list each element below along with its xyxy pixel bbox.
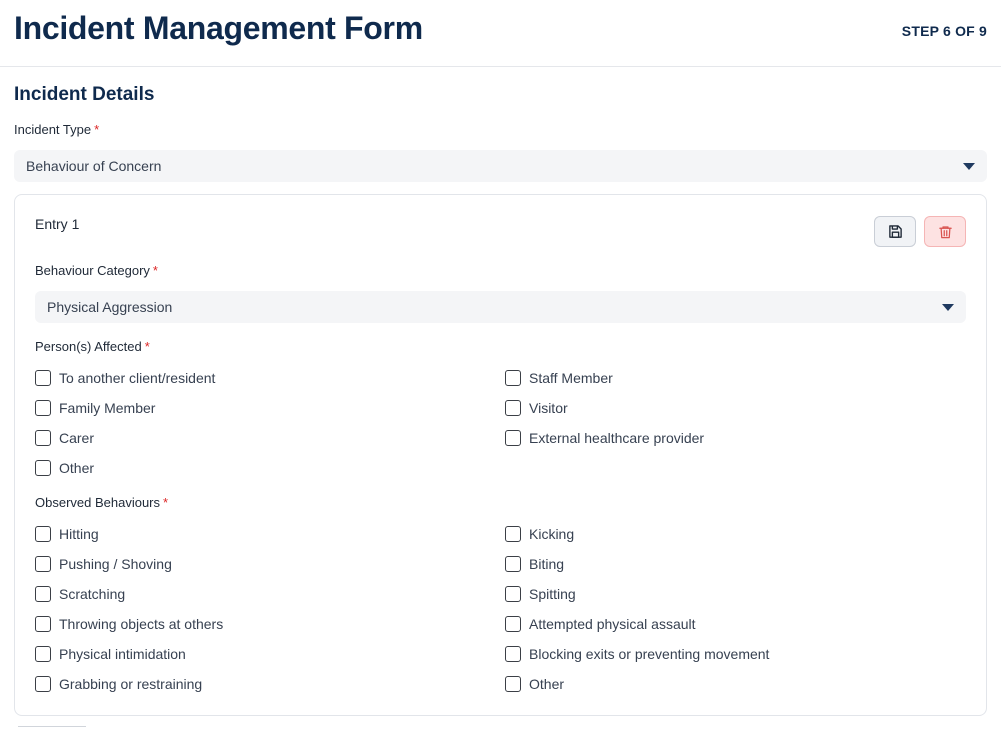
checkbox-staff-member[interactable]: Staff Member — [505, 368, 613, 388]
page-title: Incident Management Form — [14, 10, 423, 46]
observed-behaviours-label: Observed Behaviours * — [35, 495, 168, 510]
checkbox-label: Throwing objects at others — [59, 616, 224, 632]
checkbox-label: Other — [529, 676, 565, 692]
chevron-down-icon — [963, 163, 975, 170]
checkbox[interactable] — [505, 526, 521, 542]
checkbox[interactable] — [505, 370, 521, 386]
checkbox[interactable] — [505, 430, 521, 446]
required-mark: * — [94, 122, 100, 137]
checkbox-label: To another client/resident — [59, 370, 216, 386]
incident-type-value: Behaviour of Concern — [26, 158, 162, 174]
behaviour-category-label: Behaviour Category * — [35, 263, 158, 278]
checkbox-label: Family Member — [59, 400, 156, 416]
save-icon — [888, 225, 902, 238]
checkbox[interactable] — [505, 556, 521, 572]
checkbox[interactable] — [505, 646, 521, 662]
required-mark: * — [163, 495, 169, 510]
checkbox-external-healthcare-provider[interactable]: External healthcare provider — [505, 428, 704, 448]
behaviour-category-value: Physical Aggression — [47, 299, 173, 315]
checkbox-blocking-exits[interactable]: Blocking exits or preventing movement — [505, 644, 769, 664]
checkbox-label: Grabbing or restraining — [59, 676, 203, 692]
checkbox-label: Blocking exits or preventing movement — [529, 646, 770, 662]
checkbox-behaviours-other[interactable]: Other — [505, 674, 564, 694]
checkbox[interactable] — [35, 370, 51, 386]
checkbox[interactable] — [35, 526, 51, 542]
section-title: Incident Details — [14, 84, 155, 105]
checkbox-kicking[interactable]: Kicking — [505, 524, 574, 544]
checkbox[interactable] — [35, 586, 51, 602]
checkbox-label: Attempted physical assault — [529, 616, 696, 632]
checkbox-label: Other — [59, 460, 95, 476]
chevron-down-icon — [942, 304, 954, 311]
step-indicator: STEP 6 OF 9 — [901, 23, 987, 39]
checkbox[interactable] — [505, 676, 521, 692]
checkbox-label: Kicking — [529, 526, 575, 542]
checkbox-throwing-objects[interactable]: Throwing objects at others — [35, 614, 223, 634]
checkbox[interactable] — [35, 646, 51, 662]
checkbox-to-another-client[interactable]: To another client/resident — [35, 368, 215, 388]
checkbox-label: Pushing / Shoving — [59, 556, 172, 572]
checkbox-visitor[interactable]: Visitor — [505, 398, 568, 418]
checkbox-label: Physical intimidation — [59, 646, 186, 662]
checkbox-physical-intimidation[interactable]: Physical intimidation — [35, 644, 186, 664]
observed-behaviours-label-text: Observed Behaviours — [35, 495, 161, 510]
checkbox-spitting[interactable]: Spitting — [505, 584, 576, 604]
checkbox-label: Biting — [529, 556, 565, 572]
checkbox-label: Hitting — [59, 526, 99, 542]
trash-icon — [938, 225, 952, 238]
checkbox[interactable] — [505, 616, 521, 632]
incident-type-label: Incident Type * — [14, 122, 99, 137]
checkbox[interactable] — [505, 400, 521, 416]
checkbox-label: Carer — [59, 430, 95, 446]
checkbox[interactable] — [35, 430, 51, 446]
checkbox[interactable] — [35, 616, 51, 632]
checkbox[interactable] — [35, 556, 51, 572]
checkbox-biting[interactable]: Biting — [505, 554, 564, 574]
checkbox-label: Spitting — [529, 586, 576, 602]
required-mark: * — [144, 339, 150, 354]
checkbox[interactable] — [505, 586, 521, 602]
checkbox-persons-other[interactable]: Other — [35, 458, 94, 478]
persons-affected-label-text: Person(s) Affected — [35, 339, 142, 354]
behaviour-category-select[interactable]: Physical Aggression — [35, 291, 966, 323]
checkbox-label: External healthcare provider — [529, 430, 705, 446]
checkbox[interactable] — [35, 676, 51, 692]
checkbox-carer[interactable]: Carer — [35, 428, 94, 448]
behaviour-category-label-text: Behaviour Category — [35, 263, 150, 278]
checkbox[interactable] — [35, 400, 51, 416]
required-mark: * — [152, 263, 158, 278]
checkbox-attempted-assault[interactable]: Attempted physical assault — [505, 614, 696, 634]
incident-type-label-text: Incident Type — [14, 122, 92, 137]
checkbox-label: Staff Member — [529, 370, 613, 386]
checkbox-grabbing-restraining[interactable]: Grabbing or restraining — [35, 674, 202, 694]
form-header: Incident Management Form STEP 6 OF 9 — [0, 0, 1001, 67]
checkbox-scratching[interactable]: Scratching — [35, 584, 125, 604]
checkbox[interactable] — [35, 460, 51, 476]
checkbox-label: Scratching — [59, 586, 126, 602]
entry-card: Entry 1 Behaviour Category * Physical Agg… — [14, 194, 987, 716]
delete-entry-button[interactable] — [924, 216, 966, 247]
checkbox-label: Visitor — [529, 400, 568, 416]
save-entry-button[interactable] — [874, 216, 916, 247]
persons-affected-label: Person(s) Affected * — [35, 339, 150, 354]
incident-type-select[interactable]: Behaviour of Concern — [14, 150, 987, 182]
checkbox-hitting[interactable]: Hitting — [35, 524, 99, 544]
checkbox-family-member[interactable]: Family Member — [35, 398, 155, 418]
checkbox-pushing-shoving[interactable]: Pushing / Shoving — [35, 554, 172, 574]
entry-title: Entry 1 — [35, 216, 80, 232]
